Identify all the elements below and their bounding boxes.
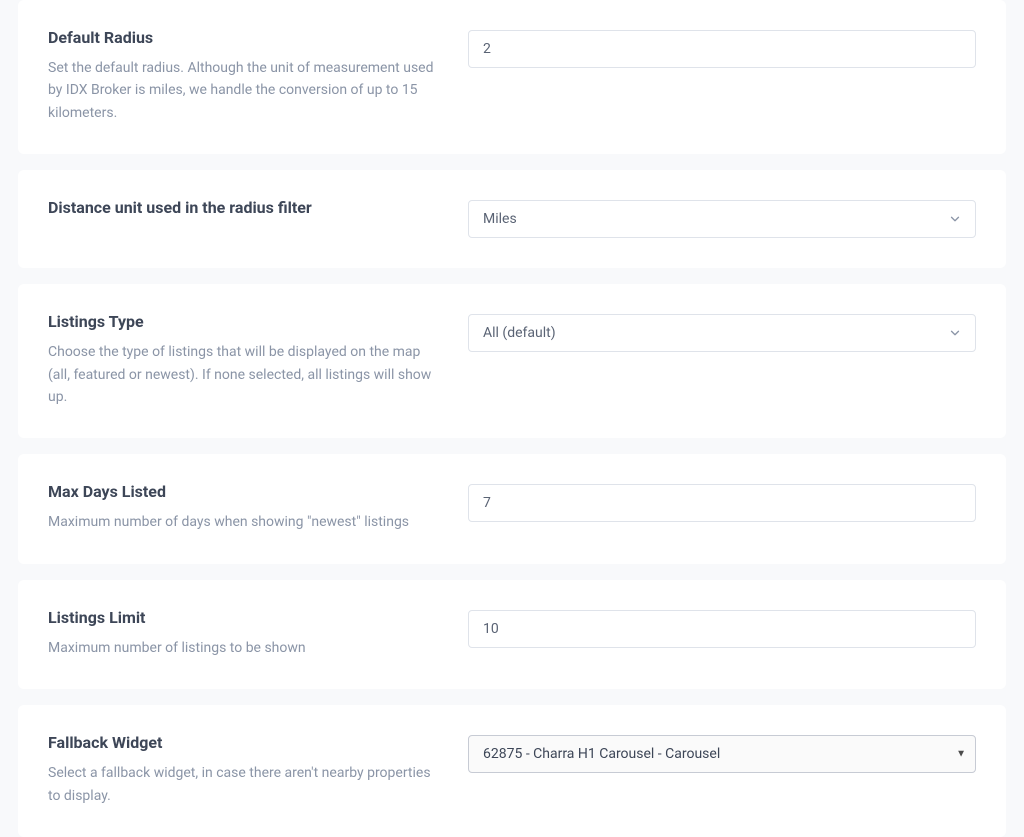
default-radius-card: Default Radius Set the default radius. A… (18, 0, 1006, 154)
distance-unit-card: Distance unit used in the radius filter … (18, 170, 1006, 268)
listings-limit-card: Listings Limit Maximum number of listing… (18, 580, 1006, 689)
fallback-widget-input-col: 62875 - Charra H1 Carousel - Carousel ▼ (468, 733, 976, 773)
distance-unit-input-col: Miles (468, 198, 976, 238)
listings-limit-description: Maximum number of listings to be shown (48, 637, 436, 659)
listings-limit-title: Listings Limit (48, 608, 436, 627)
distance-unit-label-col: Distance unit used in the radius filter (48, 198, 444, 227)
max-days-input-col (468, 482, 976, 522)
default-radius-input-col (468, 28, 976, 68)
distance-unit-select[interactable]: Miles (468, 200, 976, 238)
default-radius-label-col: Default Radius Set the default radius. A… (48, 28, 444, 124)
max-days-card: Max Days Listed Maximum number of days w… (18, 454, 1006, 563)
distance-unit-value: Miles (483, 211, 517, 227)
fallback-widget-card: Fallback Widget Select a fallback widget… (18, 705, 1006, 837)
max-days-title: Max Days Listed (48, 482, 436, 501)
fallback-widget-description: Select a fallback widget, in case there … (48, 762, 436, 807)
listings-type-select[interactable]: All (default) (468, 314, 976, 352)
distance-unit-title: Distance unit used in the radius filter (48, 198, 436, 217)
listings-type-label-col: Listings Type Choose the type of listing… (48, 312, 444, 408)
listings-type-input-col: All (default) (468, 312, 976, 352)
listings-type-value: All (default) (483, 325, 556, 341)
listings-limit-input-col (468, 608, 976, 648)
default-radius-title: Default Radius (48, 28, 436, 47)
fallback-widget-select[interactable]: 62875 - Charra H1 Carousel - Carousel (468, 735, 976, 773)
max-days-label-col: Max Days Listed Maximum number of days w… (48, 482, 444, 533)
default-radius-input[interactable] (468, 30, 976, 68)
max-days-description: Maximum number of days when showing "new… (48, 511, 436, 533)
fallback-widget-label-col: Fallback Widget Select a fallback widget… (48, 733, 444, 807)
listings-limit-label-col: Listings Limit Maximum number of listing… (48, 608, 444, 659)
max-days-input[interactable] (468, 484, 976, 522)
default-radius-description: Set the default radius. Although the uni… (48, 57, 436, 124)
fallback-widget-title: Fallback Widget (48, 733, 436, 752)
listings-type-card: Listings Type Choose the type of listing… (18, 284, 1006, 438)
listings-limit-input[interactable] (468, 610, 976, 648)
listings-type-description: Choose the type of listings that will be… (48, 341, 436, 408)
listings-type-title: Listings Type (48, 312, 436, 331)
